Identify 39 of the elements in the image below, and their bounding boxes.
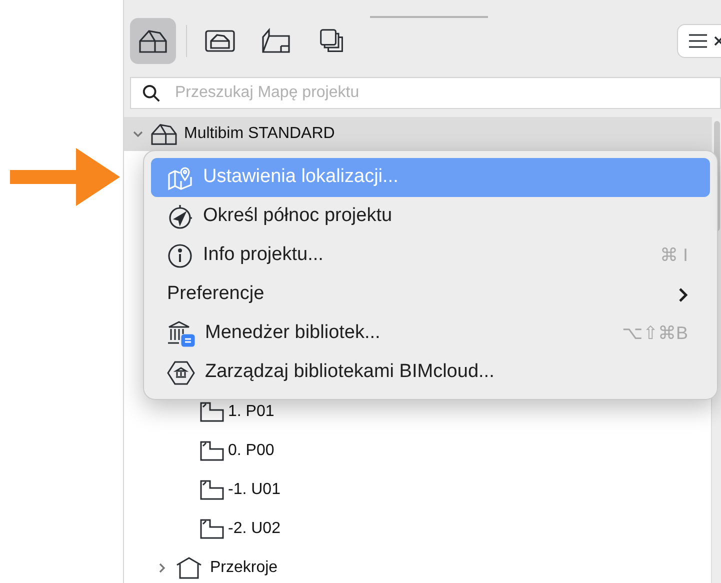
shortcut-text: ⌘ I [660, 244, 688, 267]
floor-plan-icon [200, 480, 224, 500]
info-icon [167, 242, 193, 268]
tree-row[interactable]: Przekroje [124, 548, 711, 583]
tree-row[interactable]: -1. U01 [124, 470, 711, 509]
tree-label: -1. U01 [228, 480, 280, 500]
tree-label: Przekroje [210, 558, 278, 578]
shortcut-text: ⌥⇧⌘B [622, 322, 688, 345]
floor-plan-icon [200, 518, 224, 538]
library-icon [167, 320, 195, 348]
map-pin-icon [167, 164, 193, 190]
floor-plan-icon [200, 440, 224, 460]
compass-icon [167, 204, 193, 230]
tree-row[interactable]: Multibim STANDARD [124, 117, 711, 151]
menu-item[interactable]: Określ północ projektu [151, 197, 710, 236]
menu-item[interactable]: Info projektu... ⌘ I [151, 236, 710, 275]
house-icon [138, 28, 168, 54]
close-icon [714, 35, 721, 47]
tree-label: 1. P01 [228, 402, 274, 422]
stacked-pages-icon [319, 27, 345, 55]
menu-item[interactable]: Zarządzaj bibliotekami BIMcloud... [151, 353, 710, 392]
floor-plan-icon [200, 402, 224, 422]
sheet-icon [261, 28, 291, 54]
tree-row[interactable]: 1. P01 [124, 392, 711, 431]
menu-item[interactable]: Menedżer bibliotek... ⌥⇧⌘B [151, 314, 710, 353]
chevron-right-icon [678, 286, 688, 302]
tree-label: Multibim STANDARD [184, 124, 335, 144]
tree-row[interactable]: 0. P00 [124, 431, 711, 470]
house-icon [150, 122, 178, 146]
search-field[interactable]: Przeszukaj Mapę projektu [130, 77, 721, 109]
search-icon [142, 84, 161, 103]
menu-item[interactable]: Preferencje [151, 275, 710, 314]
toolbar-button[interactable] [130, 18, 176, 64]
options-button[interactable] [677, 24, 721, 58]
menu-icon [688, 33, 708, 49]
tree-label: -2. U02 [228, 518, 280, 538]
framed-house-icon [205, 29, 235, 53]
tree-label: 0. P00 [228, 440, 274, 460]
tree-row[interactable]: -2. U02 [124, 509, 711, 548]
